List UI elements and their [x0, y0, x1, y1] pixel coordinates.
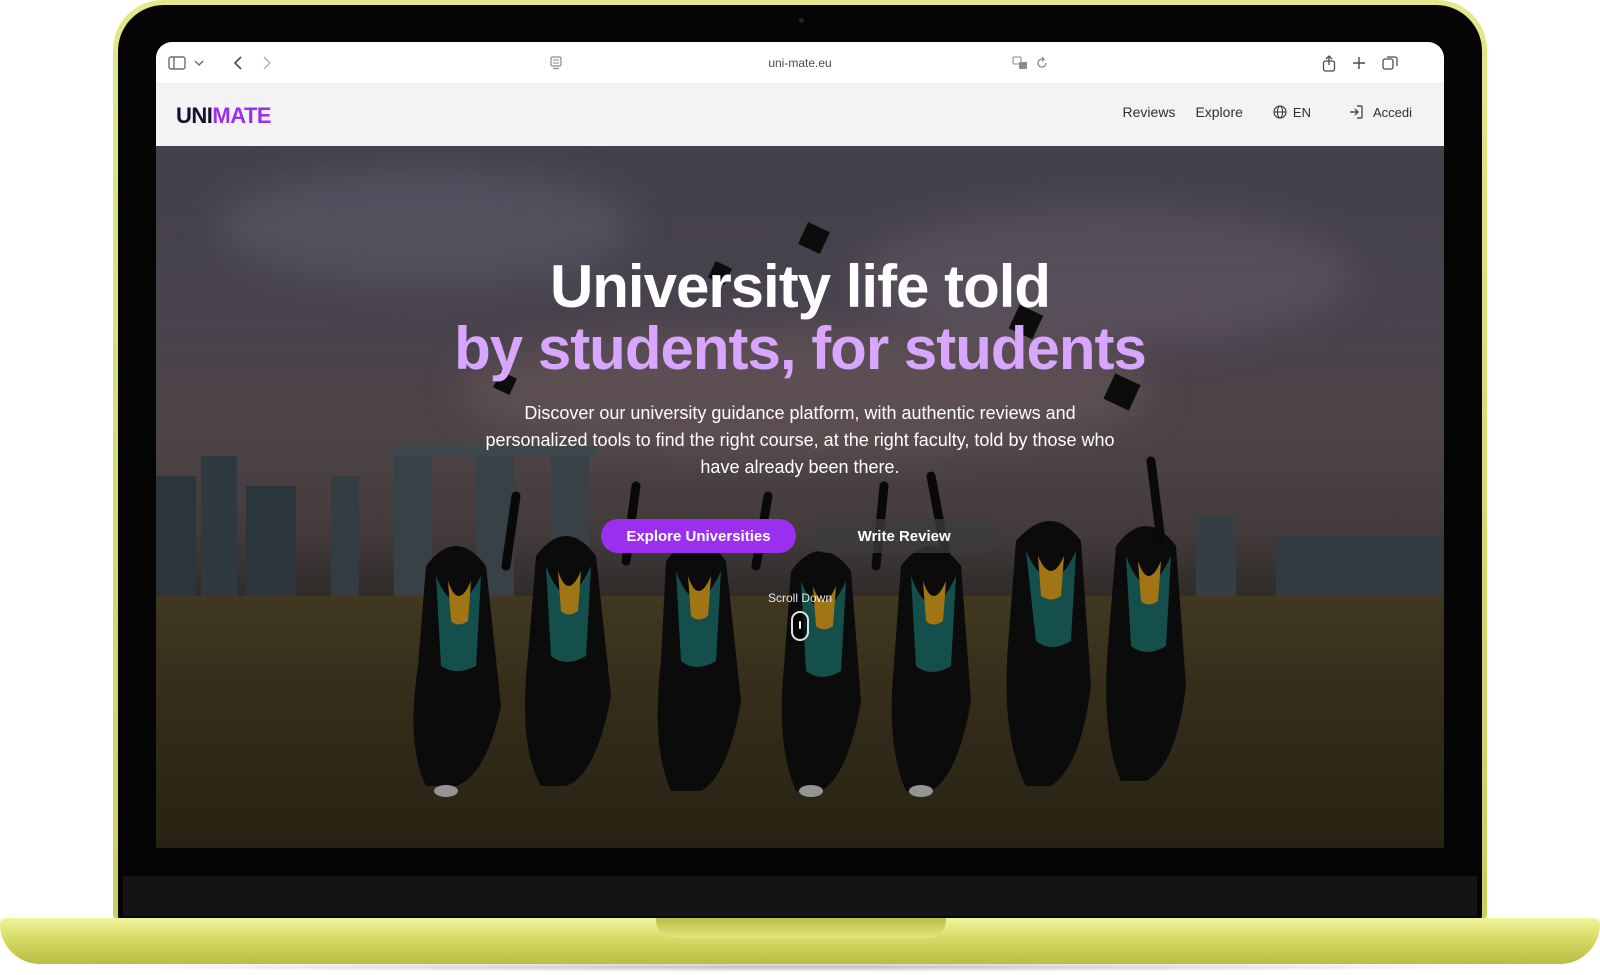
- login-label: Accedi: [1372, 104, 1412, 120]
- hero-section: University life told by students, for st…: [156, 146, 1444, 848]
- cta-row: Explore Universities Write Review: [156, 519, 1444, 553]
- site-logo[interactable]: UNIMATE: [176, 103, 272, 129]
- share-icon[interactable]: [1322, 54, 1336, 72]
- translate-icon[interactable]: [1012, 56, 1028, 73]
- page-icon[interactable]: [550, 56, 562, 73]
- tabs-overview-icon[interactable]: [1382, 54, 1398, 72]
- back-icon[interactable]: [233, 54, 243, 72]
- camera-icon: [799, 18, 804, 23]
- login-icon: [1349, 105, 1363, 119]
- url-text: uni-mate.eu: [768, 56, 832, 70]
- browser-toolbar: uni-mate.eu: [156, 42, 1444, 84]
- address-bar[interactable]: uni-mate.eu: [538, 50, 1062, 76]
- reload-icon[interactable]: [1036, 56, 1048, 73]
- hero-description: Discover our university guidance platfor…: [485, 403, 1115, 477]
- write-review-button[interactable]: Write Review: [809, 519, 999, 553]
- main-nav: Reviews Explore EN Accedi: [1103, 104, 1412, 120]
- hero-content: University life told by students, for st…: [156, 256, 1444, 641]
- hero-title-line2: by students, for students: [454, 315, 1147, 382]
- chevron-down-icon[interactable]: [194, 54, 204, 72]
- site-header: UNIMATE Reviews Explore EN Accedi: [156, 84, 1444, 146]
- login-link[interactable]: Accedi: [1349, 105, 1412, 120]
- hero-title-line1: University life told: [549, 253, 1051, 320]
- nav-explore[interactable]: Explore: [1195, 104, 1242, 120]
- language-label: EN: [1292, 104, 1311, 120]
- sidebar-icon[interactable]: [168, 54, 186, 72]
- laptop-opening-notch: [656, 918, 946, 938]
- nav-reviews[interactable]: Reviews: [1123, 104, 1176, 120]
- scroll-down-label: Scroll Down: [767, 591, 833, 605]
- explore-universities-button[interactable]: Explore Universities: [601, 519, 796, 553]
- globe-icon: [1273, 105, 1287, 119]
- language-selector[interactable]: EN: [1273, 105, 1311, 120]
- scroll-down-indicator[interactable]: Scroll Down: [156, 591, 1444, 641]
- screen: uni-mate.eu UNIMATE Reviews Explore EN A…: [156, 42, 1444, 848]
- logo-mate: MATE: [212, 103, 272, 128]
- mouse-icon: [791, 611, 809, 641]
- plus-icon[interactable]: [1352, 54, 1366, 72]
- logo-uni: UNI: [176, 103, 213, 128]
- forward-icon[interactable]: [262, 54, 272, 72]
- bezel-chin: [123, 876, 1477, 916]
